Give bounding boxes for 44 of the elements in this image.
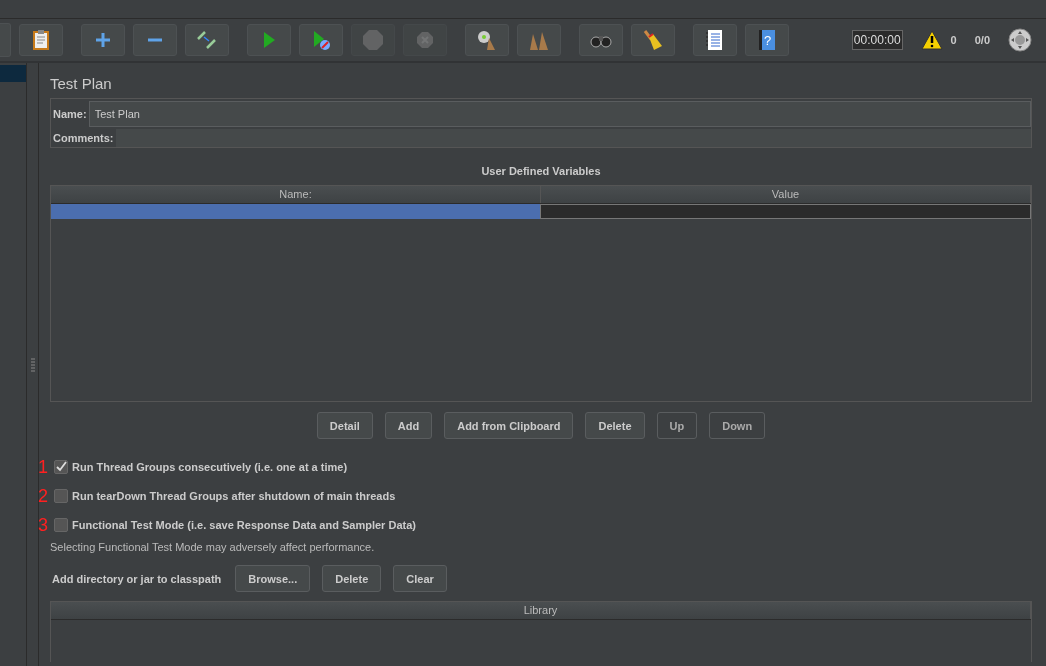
- warning-icon: [920, 30, 943, 50]
- toolbar-button[interactable]: [693, 24, 737, 56]
- panel-title: Test Plan: [50, 75, 113, 92]
- splitter-handle-icon[interactable]: [30, 357, 35, 372]
- thread-count: 0/0: [974, 34, 990, 46]
- warning-count: 0: [950, 34, 957, 46]
- minus-icon: [147, 38, 163, 42]
- elapsed-timer: 00:00:00: [851, 30, 903, 50]
- classpath-button[interactable]: Clear: [393, 565, 447, 592]
- classpath-button[interactable]: Delete: [322, 565, 382, 592]
- classpath-label: Add directory or jar to classpath: [51, 572, 223, 585]
- broom-icon: [641, 28, 665, 52]
- classpath-button[interactable]: Browse...: [235, 565, 311, 592]
- warning-note: Selecting Functional Test Mode may adversely affect performance.: [50, 541, 376, 553]
- table-action-button[interactable]: Add from Clipboard: [444, 412, 574, 439]
- toolbar-button[interactable]: [19, 24, 63, 56]
- table-action-button[interactable]: Delete: [585, 412, 645, 439]
- annotation-number: 1: [38, 457, 49, 476]
- toolbar-button[interactable]: ?: [745, 24, 789, 56]
- name-field[interactable]: Test Plan: [88, 101, 1031, 127]
- column-header[interactable]: Value: [541, 186, 1031, 203]
- name-label: Name:: [52, 108, 88, 120]
- toolbar-button[interactable]: [579, 24, 623, 56]
- table-row-name-cell[interactable]: [51, 204, 540, 219]
- checkbox[interactable]: [54, 517, 68, 532]
- section-title: User Defined Variables: [480, 165, 602, 177]
- checkbox-label[interactable]: Functional Test Mode (i.e. save Response Data and Sampler Data): [72, 518, 416, 531]
- annotation-number: 2: [38, 486, 49, 505]
- checkbox[interactable]: [54, 459, 68, 474]
- comments-label: Comments:: [52, 132, 115, 144]
- toolbar-button[interactable]: [185, 24, 229, 56]
- comments-field[interactable]: [115, 129, 1031, 147]
- column-header[interactable]: Library: [51, 602, 1031, 619]
- checkbox-label[interactable]: Run Thread Groups consecutively (i.e. one at a time): [72, 460, 348, 473]
- table-action-button[interactable]: Add: [384, 412, 433, 439]
- checkbox-label[interactable]: Run tearDown Thread Groups after shutdown of main threads: [72, 489, 396, 502]
- column-header[interactable]: Name:: [51, 186, 541, 203]
- stop-sign-icon: [361, 28, 385, 52]
- checkbox[interactable]: [54, 488, 68, 503]
- toolbar-button[interactable]: [465, 24, 509, 56]
- toolbar-button[interactable]: [631, 24, 675, 56]
- annotation-number: 3: [38, 515, 49, 534]
- table-row-value-cell[interactable]: [540, 204, 1031, 219]
- table-action-button[interactable]: Detail: [316, 412, 373, 439]
